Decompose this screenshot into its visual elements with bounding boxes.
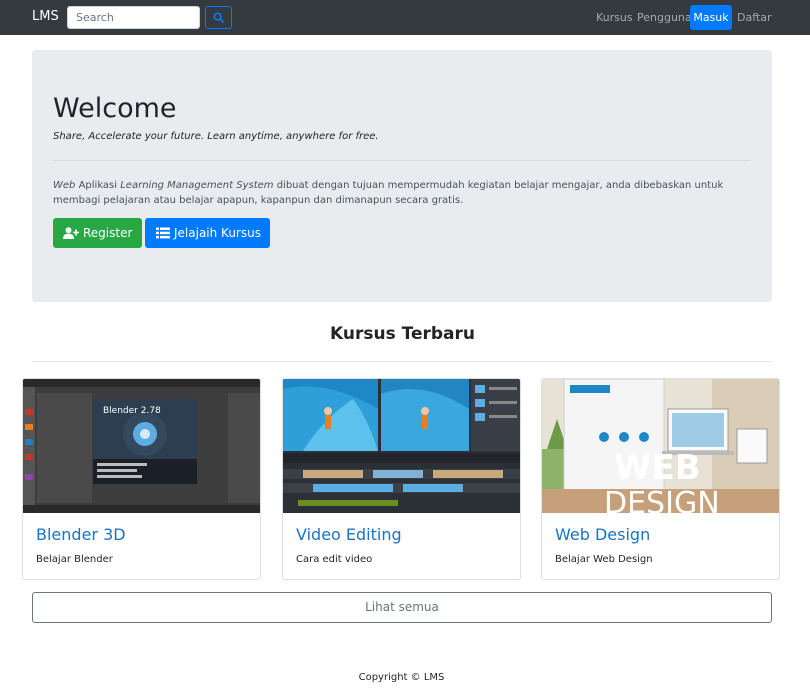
section-divider bbox=[32, 361, 772, 362]
course-description: Cara edit video bbox=[296, 554, 373, 565]
section-title: Kursus Terbaru bbox=[330, 324, 475, 344]
course-card-video-editing[interactable]: Video Editing Cara edit video bbox=[282, 378, 521, 580]
design-thumb-text: DESIGN bbox=[604, 486, 720, 513]
desc-text-1: Aplikasi bbox=[75, 180, 121, 191]
nav-link-daftar[interactable]: Daftar bbox=[737, 11, 771, 24]
blender-thumb-text: Blender 2.78 bbox=[103, 406, 161, 416]
register-label: Register bbox=[83, 226, 133, 240]
course-description: Belajar Web Design bbox=[555, 554, 653, 565]
course-card-web-design[interactable]: WEB DESIGN Web Design Belajar Web Design bbox=[541, 378, 780, 580]
course-title[interactable]: Video Editing bbox=[296, 525, 402, 544]
course-thumbnail-blender[interactable]: Blender 2.78 bbox=[23, 379, 261, 513]
course-title[interactable]: Web Design bbox=[555, 525, 650, 544]
divider bbox=[53, 160, 750, 161]
web-thumb-text: WEB bbox=[614, 448, 701, 488]
course-card-blender[interactable]: Blender 2.78 Blender 3D Belajar Blender bbox=[22, 378, 261, 580]
nav-link-pengguna[interactable]: Pengguna bbox=[637, 11, 692, 24]
search-icon bbox=[213, 12, 224, 23]
nav-link-masuk[interactable]: Masuk bbox=[690, 5, 732, 30]
search-input[interactable] bbox=[67, 6, 200, 29]
register-button[interactable]: Register bbox=[53, 218, 142, 248]
hero-description: Web Aplikasi Learning Management System … bbox=[53, 178, 743, 208]
course-description: Belajar Blender bbox=[36, 554, 113, 565]
page-title: Welcome bbox=[53, 93, 177, 124]
see-all-button[interactable]: Lihat semua bbox=[32, 592, 772, 623]
explore-courses-button[interactable]: Jelajaih Kursus bbox=[145, 218, 270, 248]
course-thumbnail-video-editing[interactable] bbox=[283, 379, 521, 513]
navbar: LMS Kursus Pengguna Masuk Daftar bbox=[0, 0, 810, 35]
search-button[interactable] bbox=[205, 6, 232, 29]
course-title[interactable]: Blender 3D bbox=[36, 525, 126, 544]
user-plus-icon bbox=[63, 227, 79, 239]
explore-label: Jelajaih Kursus bbox=[174, 226, 261, 240]
footer-copyright: Copyright © LMS bbox=[358, 672, 445, 683]
nav-link-kursus[interactable]: Kursus bbox=[596, 11, 633, 24]
brand-logo[interactable]: LMS bbox=[32, 9, 59, 24]
desc-emphasis-lms: Learning Management System bbox=[120, 180, 274, 191]
list-icon bbox=[156, 227, 170, 239]
welcome-jumbotron: Welcome Share, Accelerate your future. L… bbox=[32, 50, 772, 302]
hero-lead: Share, Accelerate your future. Learn any… bbox=[53, 131, 379, 142]
desc-emphasis-web: Web bbox=[53, 180, 76, 191]
course-thumbnail-web-design[interactable]: WEB DESIGN bbox=[542, 379, 780, 513]
